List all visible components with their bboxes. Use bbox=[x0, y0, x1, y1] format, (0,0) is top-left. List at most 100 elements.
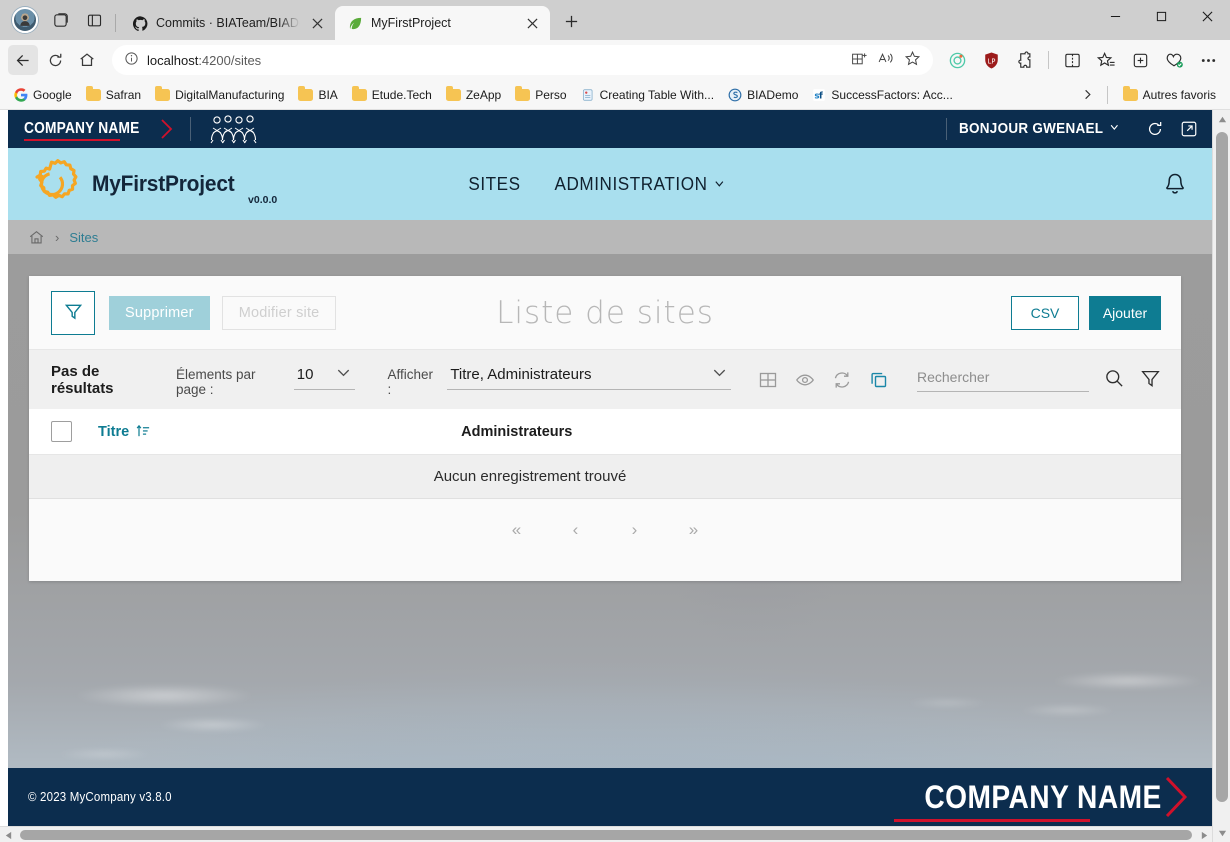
pagination-prev[interactable]: ‹ bbox=[565, 519, 587, 541]
filter-toggle-button[interactable] bbox=[51, 290, 95, 335]
breadcrumb-current[interactable]: Sites bbox=[69, 230, 98, 245]
csv-export-button[interactable]: CSV bbox=[1011, 295, 1079, 330]
per-page-value: 10 bbox=[296, 366, 314, 383]
bookmark-item[interactable]: ZeApp bbox=[440, 85, 507, 105]
browser-toolbar-icons: LP bbox=[943, 46, 1222, 74]
page-content: Supprimer Modifier site Liste de sites C… bbox=[0, 254, 1230, 581]
advanced-filter-icon[interactable] bbox=[1139, 368, 1161, 390]
settings-more-icon[interactable] bbox=[1194, 46, 1222, 74]
bookmark-item[interactable]: Google bbox=[8, 85, 78, 105]
reload-button[interactable] bbox=[40, 45, 70, 75]
lastpass-icon[interactable]: LP bbox=[977, 46, 1005, 74]
scroll-left-arrow[interactable] bbox=[0, 827, 16, 842]
vertical-scrollbar[interactable] bbox=[1212, 110, 1230, 842]
bookmark-item[interactable]: sf SuccessFactors: Acc... bbox=[806, 85, 958, 105]
app-brand[interactable]: MyFirstProject v0.0.0 bbox=[26, 158, 277, 210]
search-input[interactable] bbox=[917, 368, 1089, 385]
back-button[interactable] bbox=[8, 45, 38, 75]
browser-tab[interactable]: MyFirstProject bbox=[335, 6, 550, 40]
bookmark-item[interactable]: Creating Table With... bbox=[575, 85, 721, 105]
vertical-scroll-thumb[interactable] bbox=[1216, 132, 1228, 802]
column-header-titre[interactable]: Titre bbox=[98, 424, 151, 440]
display-label: Afficher : bbox=[387, 367, 433, 397]
company-name-text: COMPANY NAME bbox=[24, 120, 140, 137]
select-all-checkbox[interactable] bbox=[51, 421, 72, 442]
horizontal-scrollbar[interactable] bbox=[0, 826, 1212, 842]
leaf-icon bbox=[347, 15, 363, 31]
maximize-button[interactable] bbox=[1138, 0, 1184, 32]
tab-title: MyFirstProject bbox=[371, 16, 451, 30]
home-icon[interactable] bbox=[28, 229, 45, 246]
bookmark-item[interactable]: Perso bbox=[509, 85, 572, 105]
pagination-last[interactable]: » bbox=[683, 519, 705, 541]
close-tab-icon[interactable] bbox=[523, 14, 541, 32]
extension-target-icon[interactable] bbox=[943, 46, 971, 74]
user-menu-button[interactable]: BONJOUR GWENAEL bbox=[959, 121, 1120, 137]
extensions-puzzle-icon[interactable] bbox=[1011, 46, 1039, 74]
scroll-down-arrow[interactable] bbox=[1213, 824, 1230, 842]
scroll-right-arrow[interactable] bbox=[1196, 827, 1212, 842]
bookmark-item[interactable]: Safran bbox=[80, 85, 147, 105]
split-pane-icon[interactable] bbox=[1058, 46, 1086, 74]
per-page-control: Élements par page : 10 bbox=[176, 362, 356, 397]
scroll-up-arrow[interactable] bbox=[1213, 110, 1230, 128]
bookmark-label: Etude.Tech bbox=[371, 87, 432, 102]
read-aloud-icon[interactable] bbox=[877, 50, 894, 70]
column-header-administrateurs[interactable]: Administrateurs bbox=[461, 424, 572, 440]
refresh-icon[interactable] bbox=[1144, 118, 1166, 140]
home-button[interactable] bbox=[72, 45, 102, 75]
chevron-down-icon bbox=[335, 364, 352, 385]
duplicate-icon[interactable] bbox=[868, 369, 889, 390]
close-tab-icon[interactable] bbox=[308, 14, 326, 32]
new-tab-button[interactable] bbox=[556, 6, 586, 36]
bookmark-item[interactable]: Etude.Tech bbox=[346, 85, 438, 105]
close-window-button[interactable] bbox=[1184, 0, 1230, 32]
sort-asc-icon bbox=[136, 424, 151, 439]
bookmark-item[interactable]: BIA bbox=[292, 85, 343, 105]
browser-tab[interactable]: Commits · BIATeam/BIADemo · G bbox=[120, 6, 335, 40]
add-button[interactable]: Ajouter bbox=[1089, 295, 1161, 330]
column-label: Titre bbox=[98, 423, 130, 440]
company-logo-arrow bbox=[160, 118, 174, 140]
grid-columns-icon[interactable] bbox=[757, 369, 778, 390]
bell-icon[interactable] bbox=[1160, 169, 1190, 199]
address-bar[interactable]: localhost:4200/sites bbox=[112, 45, 933, 75]
collections-star-icon[interactable] bbox=[1092, 46, 1120, 74]
delete-button[interactable]: Supprimer bbox=[109, 295, 210, 330]
people-group-icon bbox=[207, 114, 263, 144]
other-favorites-button[interactable]: Autres favoris bbox=[1117, 85, 1222, 105]
tab-actions-icon[interactable] bbox=[77, 3, 111, 37]
search-icon[interactable] bbox=[1103, 368, 1125, 390]
menu-item-administration[interactable]: ADMINISTRATION bbox=[555, 174, 726, 195]
chevron-right-icon[interactable] bbox=[1078, 85, 1098, 105]
bookmark-label: Perso bbox=[535, 87, 567, 102]
display-columns-select[interactable]: Titre, Administrateurs bbox=[447, 362, 731, 390]
search-field[interactable] bbox=[917, 368, 1089, 392]
refresh-icon[interactable] bbox=[831, 369, 852, 390]
bookmark-item[interactable]: BIADemo bbox=[722, 85, 804, 105]
bookmark-item[interactable]: DigitalManufacturing bbox=[149, 85, 290, 105]
chevron-down-icon bbox=[711, 364, 728, 385]
menu-item-sites[interactable]: SITES bbox=[469, 174, 521, 195]
pagination-first[interactable]: « bbox=[506, 519, 528, 541]
site-info-icon[interactable] bbox=[124, 51, 139, 69]
table-toolbar: Pas de résultats Élements par page : 10 bbox=[29, 350, 1181, 409]
workspaces-icon[interactable] bbox=[43, 3, 77, 37]
add-collection-icon[interactable] bbox=[1126, 46, 1154, 74]
horizontal-scroll-thumb[interactable] bbox=[20, 830, 1192, 840]
pagination-next[interactable]: › bbox=[624, 519, 646, 541]
footer-logo-arrow bbox=[1164, 775, 1190, 819]
open-in-new-icon[interactable] bbox=[1178, 118, 1200, 140]
bookmark-label: BIA bbox=[318, 87, 338, 102]
per-page-select[interactable]: 10 bbox=[293, 362, 356, 390]
browser-essentials-icon[interactable] bbox=[1160, 46, 1188, 74]
tabstrip-divider bbox=[115, 14, 116, 32]
favorite-star-icon[interactable] bbox=[904, 50, 921, 70]
edit-site-button[interactable]: Modifier site bbox=[221, 295, 337, 330]
eye-icon[interactable] bbox=[794, 369, 815, 390]
profile-avatar[interactable] bbox=[12, 7, 38, 33]
company-logo[interactable]: COMPANY NAME bbox=[24, 118, 174, 141]
folder-icon bbox=[445, 85, 461, 101]
minimize-button[interactable] bbox=[1092, 0, 1138, 32]
split-screen-icon[interactable] bbox=[851, 51, 867, 70]
